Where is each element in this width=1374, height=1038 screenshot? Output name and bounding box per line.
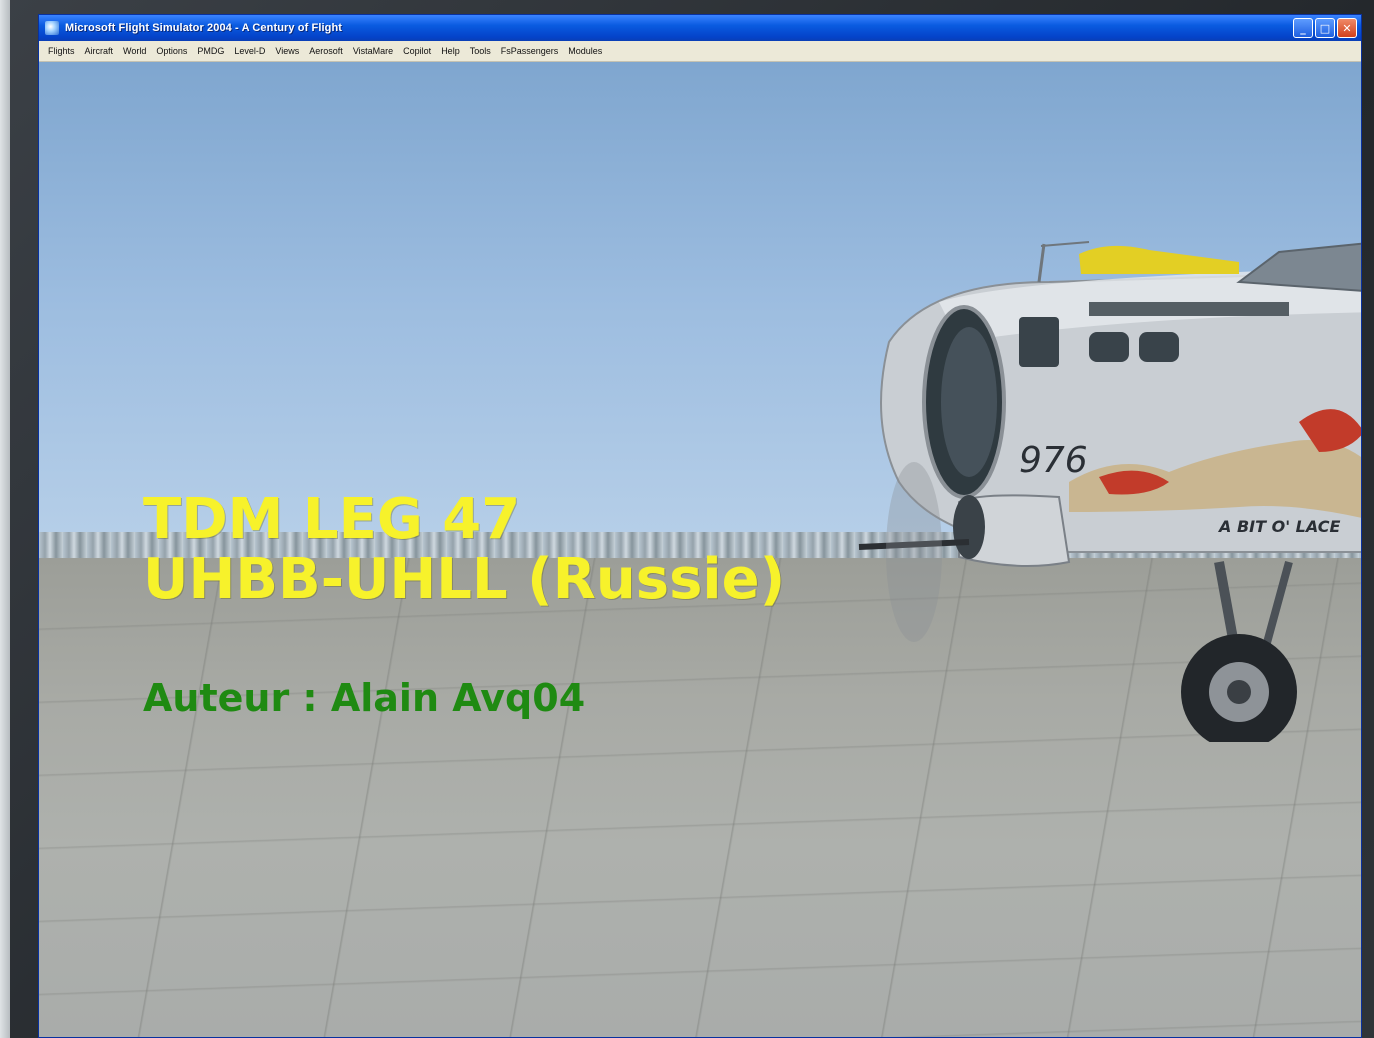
sim-viewport[interactable]: 976 A BIT O' LACE TDM LEG 47 UHBB-UHLL (… (39, 62, 1361, 1037)
menu-options[interactable]: Options (151, 46, 192, 56)
menu-tools[interactable]: Tools (465, 46, 496, 56)
b17-aircraft: 976 A BIT O' LACE (858, 241, 1361, 742)
maximize-button[interactable]: □ (1315, 18, 1335, 38)
author-label: Auteur : Alain Avq04 (143, 676, 586, 720)
desktop-edge (0, 0, 10, 1038)
leg-title: TDM LEG 47 (143, 487, 521, 552)
menu-views[interactable]: Views (270, 46, 304, 56)
tail-number: 976 (1019, 440, 1088, 481)
nose-art-label: A BIT O' LACE (1217, 517, 1340, 536)
app-icon[interactable] (45, 21, 59, 35)
window-title: Microsoft Flight Simulator 2004 - A Cent… (65, 22, 343, 34)
menu-fspassengers[interactable]: FsPassengers (496, 46, 564, 56)
close-button[interactable]: ✕ (1337, 18, 1357, 38)
menu-pmdg[interactable]: PMDG (192, 46, 229, 56)
overlay-author-block: Auteur : Alain Avq04 (143, 676, 585, 720)
minimize-button[interactable]: _ (1293, 18, 1313, 38)
menu-level-d[interactable]: Level-D (229, 46, 270, 56)
menu-aircraft[interactable]: Aircraft (80, 46, 119, 56)
app-window: Microsoft Flight Simulator 2004 - A Cent… (38, 14, 1362, 1038)
menu-bar: Flights Aircraft World Options PMDG Leve… (39, 41, 1361, 62)
menu-copilot[interactable]: Copilot (398, 46, 436, 56)
window-controls: _ □ ✕ (1293, 18, 1357, 38)
menu-help[interactable]: Help (436, 46, 465, 56)
overlay-title-block: TDM LEG 47 UHBB-UHLL (Russie) (143, 490, 785, 610)
route-title: UHBB-UHLL (Russie) (143, 547, 786, 612)
menu-world[interactable]: World (118, 46, 151, 56)
title-bar[interactable]: Microsoft Flight Simulator 2004 - A Cent… (39, 15, 1361, 41)
menu-flights[interactable]: Flights (43, 46, 80, 56)
menu-aerosoft[interactable]: Aerosoft (304, 46, 348, 56)
menu-vistamare[interactable]: VistaMare (348, 46, 398, 56)
menu-modules[interactable]: Modules (563, 46, 607, 56)
